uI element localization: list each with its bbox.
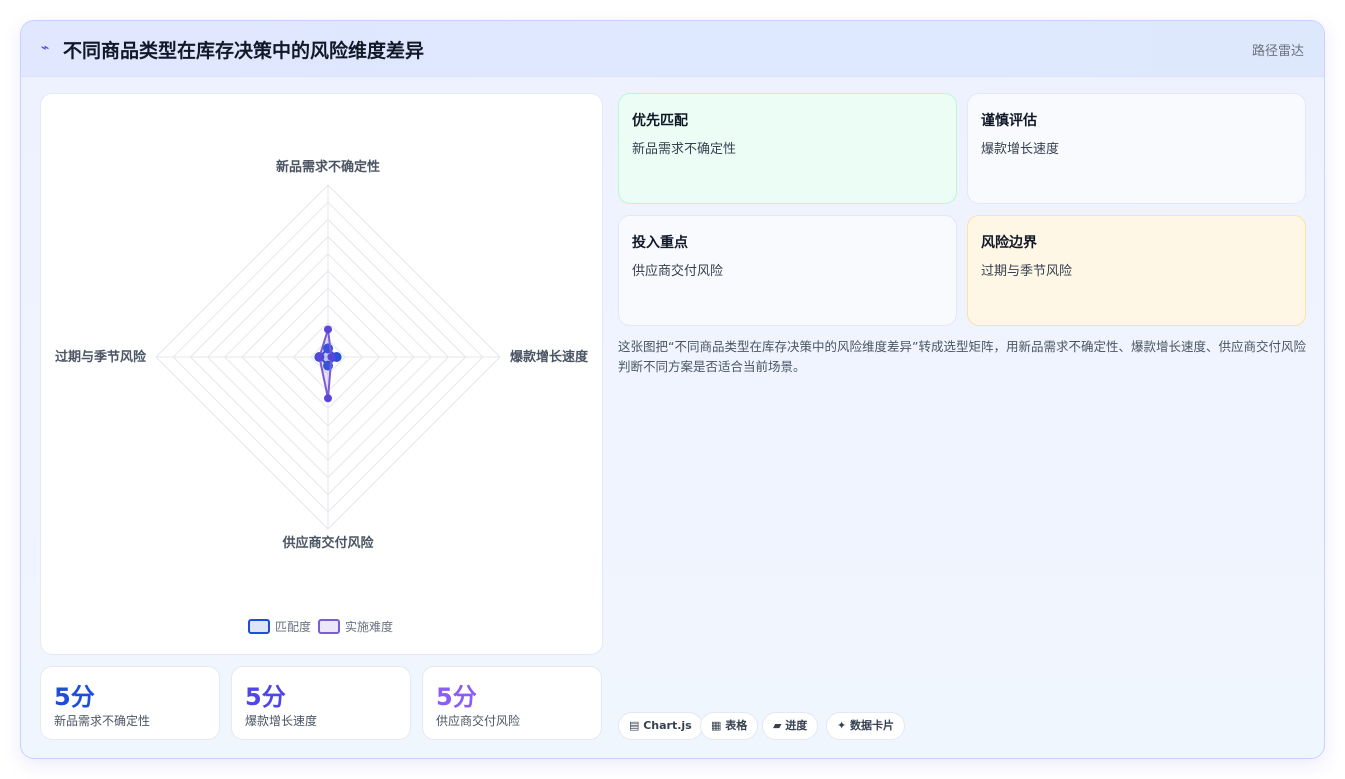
tile-title: 投入重点 [632, 235, 688, 251]
legend-swatch [248, 619, 270, 634]
radar-data-point [324, 325, 332, 334]
radar-chart: 新品需求不确定性爆款增长速度供应商交付风险 过期与季节风险匹配度 实施难度 [55, 159, 589, 634]
tile-title: 优先匹配 [632, 113, 688, 129]
tile-subtitle: 新品需求不确定性 [632, 142, 737, 157]
tile-careful-eval[interactable]: 谨慎评估 爆款增长速度 [967, 93, 1306, 204]
radar-data-point [324, 394, 332, 403]
tile-title: 风险边界 [981, 235, 1037, 251]
radar-data-point [315, 353, 324, 361]
radar-axis-label: 供应商交付风险 [281, 535, 374, 551]
tag-data-card[interactable]: ✦ 数据卡片 [826, 712, 906, 740]
stat-label: 爆款增长速度 [245, 714, 318, 728]
stat-card-2: 5分 爆款增长速度 [231, 666, 411, 740]
tag-chartjs[interactable]: ▤ Chart.js [618, 712, 703, 740]
radar-axis-label: 爆款增长速度 [510, 349, 589, 365]
stat-value: 5分 [245, 683, 286, 711]
tag-progress[interactable]: ▰ 进度 [762, 712, 819, 740]
stat-label: 供应商交付风险 [436, 714, 521, 728]
stat-value: 5分 [54, 683, 95, 711]
dashboard-panel: ⌁ 不同商品类型在库存决策中的风险维度差异 路径雷达 新品需求不确定性爆款增长速… [20, 20, 1325, 759]
stat-label: 新品需求不确定性 [54, 714, 151, 728]
tag-table[interactable]: ▦ 表格 [700, 712, 759, 740]
tile-title: 谨慎评估 [981, 113, 1037, 129]
chart-description: 这张图把“不同商品类型在库存决策中的风险维度差异”转成选型矩阵，用新品需求不确定… [618, 339, 1306, 374]
tile-subtitle: 供应商交付风险 [632, 264, 724, 279]
radar-data-point [327, 353, 336, 361]
trend-icon: ⌁ [41, 40, 50, 56]
tile-risk-boundary[interactable]: 风险边界 过期与季节风险 [967, 215, 1306, 326]
stat-card-1: 5分 新品需求不确定性 [40, 666, 220, 740]
radar-axis-label: 过期与季节风险 [55, 349, 147, 365]
radar-axis-label: 新品需求不确定性 [276, 159, 380, 175]
radar-chart-card: 新品需求不确定性爆款增长速度供应商交付风险 过期与季节风险匹配度 实施难度 [40, 93, 603, 655]
stat-card-3: 5分 供应商交付风险 [422, 666, 602, 740]
page-title: 不同商品类型在库存决策中的风险维度差异 [63, 40, 425, 62]
tile-priority-match[interactable]: 优先匹配 新品需求不确定性 [618, 93, 957, 204]
panel-header: ⌁ 不同商品类型在库存决策中的风险维度差异 路径雷达 [21, 21, 1324, 77]
legend-label: 匹配度 [275, 619, 311, 634]
legend-label: 实施难度 [345, 619, 393, 634]
tile-subtitle: 爆款增长速度 [981, 142, 1060, 157]
stat-value: 5分 [436, 683, 477, 711]
tile-investment-focus[interactable]: 投入重点 供应商交付风险 [618, 215, 957, 326]
radar-series-area [318, 329, 333, 399]
chart-type-badge: 路径雷达 [1251, 44, 1304, 59]
tile-subtitle: 过期与季节风险 [981, 264, 1073, 279]
legend-swatch [318, 619, 340, 634]
